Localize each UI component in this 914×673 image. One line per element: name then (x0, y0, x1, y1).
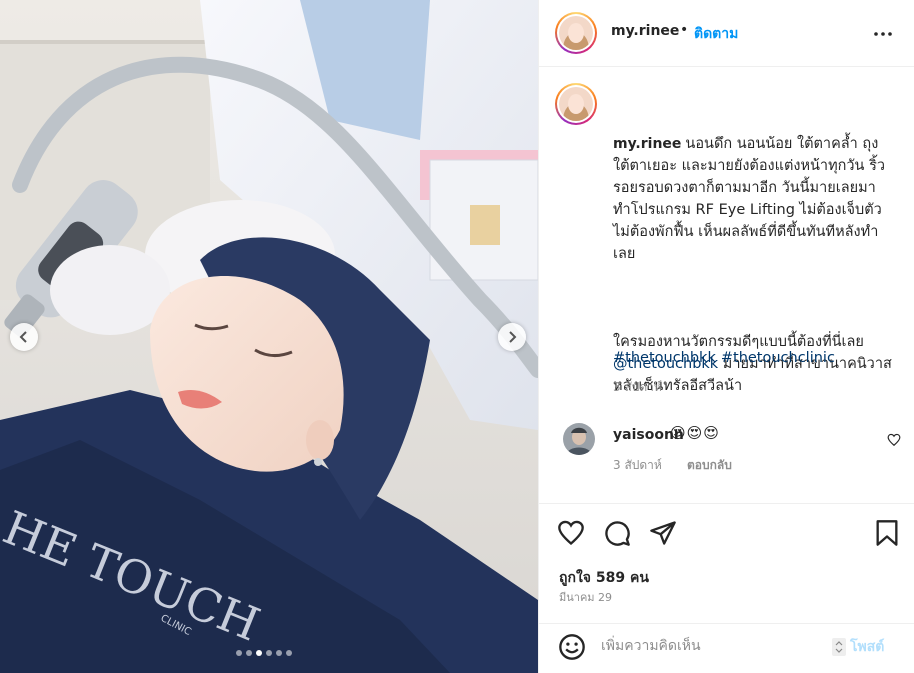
author-avatar[interactable] (555, 12, 597, 54)
author-username[interactable]: my.rinee (611, 23, 679, 39)
previous-image-button[interactable] (10, 323, 38, 351)
caption-paragraph-1: นอนดึก นอนน้อย ใต้ตาคล้ำ ถุงใต้ตาเยอะ แล… (613, 136, 887, 262)
next-image-button[interactable] (498, 323, 526, 351)
separator-dot: • (680, 22, 689, 38)
carousel-dot (246, 650, 252, 656)
profile-photo-icon (563, 423, 595, 455)
bookmark-icon[interactable] (873, 519, 901, 547)
resize-handle-icon (832, 638, 846, 656)
add-comment-bar: โพสต์ (539, 623, 914, 673)
reply-button[interactable]: ตอบกลับ (687, 456, 732, 475)
post-details-panel: my.rinee • ติดตาม my.rinee นอนดึก นอนน้อ… (538, 0, 914, 673)
comment-timestamp: 3 สัปดาห์ (613, 458, 662, 472)
post-photo: HE TOUCH CLINIC (0, 0, 538, 673)
profile-photo-icon (559, 87, 593, 121)
post-comment-button[interactable]: โพสต์ (832, 636, 884, 658)
caption-hashtags: #thetouchbkk #thetouchclinic (613, 350, 840, 366)
caption-timestamp: 3 สัปดาห์ (613, 380, 662, 394)
profile-photo-icon (559, 16, 593, 50)
post-comment-label: โพสต์ (850, 639, 885, 655)
chevron-left-icon (19, 331, 27, 343)
heart-outline-icon[interactable] (887, 433, 901, 447)
caption-paragraph-2-start: ใครมองหานวัตกรรมดีๆแบบนี้ต้องที่นี่เลย (613, 334, 869, 350)
more-horizontal-icon[interactable] (871, 22, 895, 46)
heart-icon[interactable] (557, 519, 585, 547)
comments-section[interactable]: my.rinee นอนดึก นอนน้อย ใต้ตาคล้ำ ถุงใต้ต… (539, 67, 914, 503)
comment-text: 😍😍😍 (670, 424, 720, 442)
caption-author-avatar[interactable] (555, 83, 597, 125)
follow-button[interactable]: ติดตาม (694, 23, 738, 45)
post-actions: ถูกใจ 589 คน มีนาคม 29 (539, 503, 914, 623)
hashtag-link[interactable]: #thetouchclinic (721, 350, 835, 366)
chevron-right-icon (509, 331, 517, 343)
post-caption: my.rinee นอนดึก นอนน้อย ใต้ตาคล้ำ ถุงใต้ต… (613, 89, 893, 463)
share-icon[interactable] (649, 519, 677, 547)
carousel-dot (276, 650, 282, 656)
comment-input[interactable] (601, 634, 821, 658)
emoji-icon[interactable] (558, 633, 586, 661)
likes-count[interactable]: ถูกใจ 589 คน (559, 567, 649, 589)
caption-username[interactable]: my.rinee (613, 136, 681, 152)
hashtag-link[interactable]: #thetouchbkk (613, 350, 716, 366)
carousel-dot (236, 650, 242, 656)
grip-icon (835, 641, 843, 653)
comment-icon[interactable] (603, 519, 631, 547)
post-header: my.rinee • ติดตาม (539, 0, 914, 67)
carousel-dot (286, 650, 292, 656)
commenter-avatar[interactable] (563, 423, 595, 455)
post-media[interactable]: HE TOUCH CLINIC (0, 0, 538, 673)
carousel-dot (256, 650, 262, 656)
carousel-indicator (236, 650, 292, 656)
post-date: มีนาคม 29 (559, 591, 613, 604)
carousel-dot (266, 650, 272, 656)
